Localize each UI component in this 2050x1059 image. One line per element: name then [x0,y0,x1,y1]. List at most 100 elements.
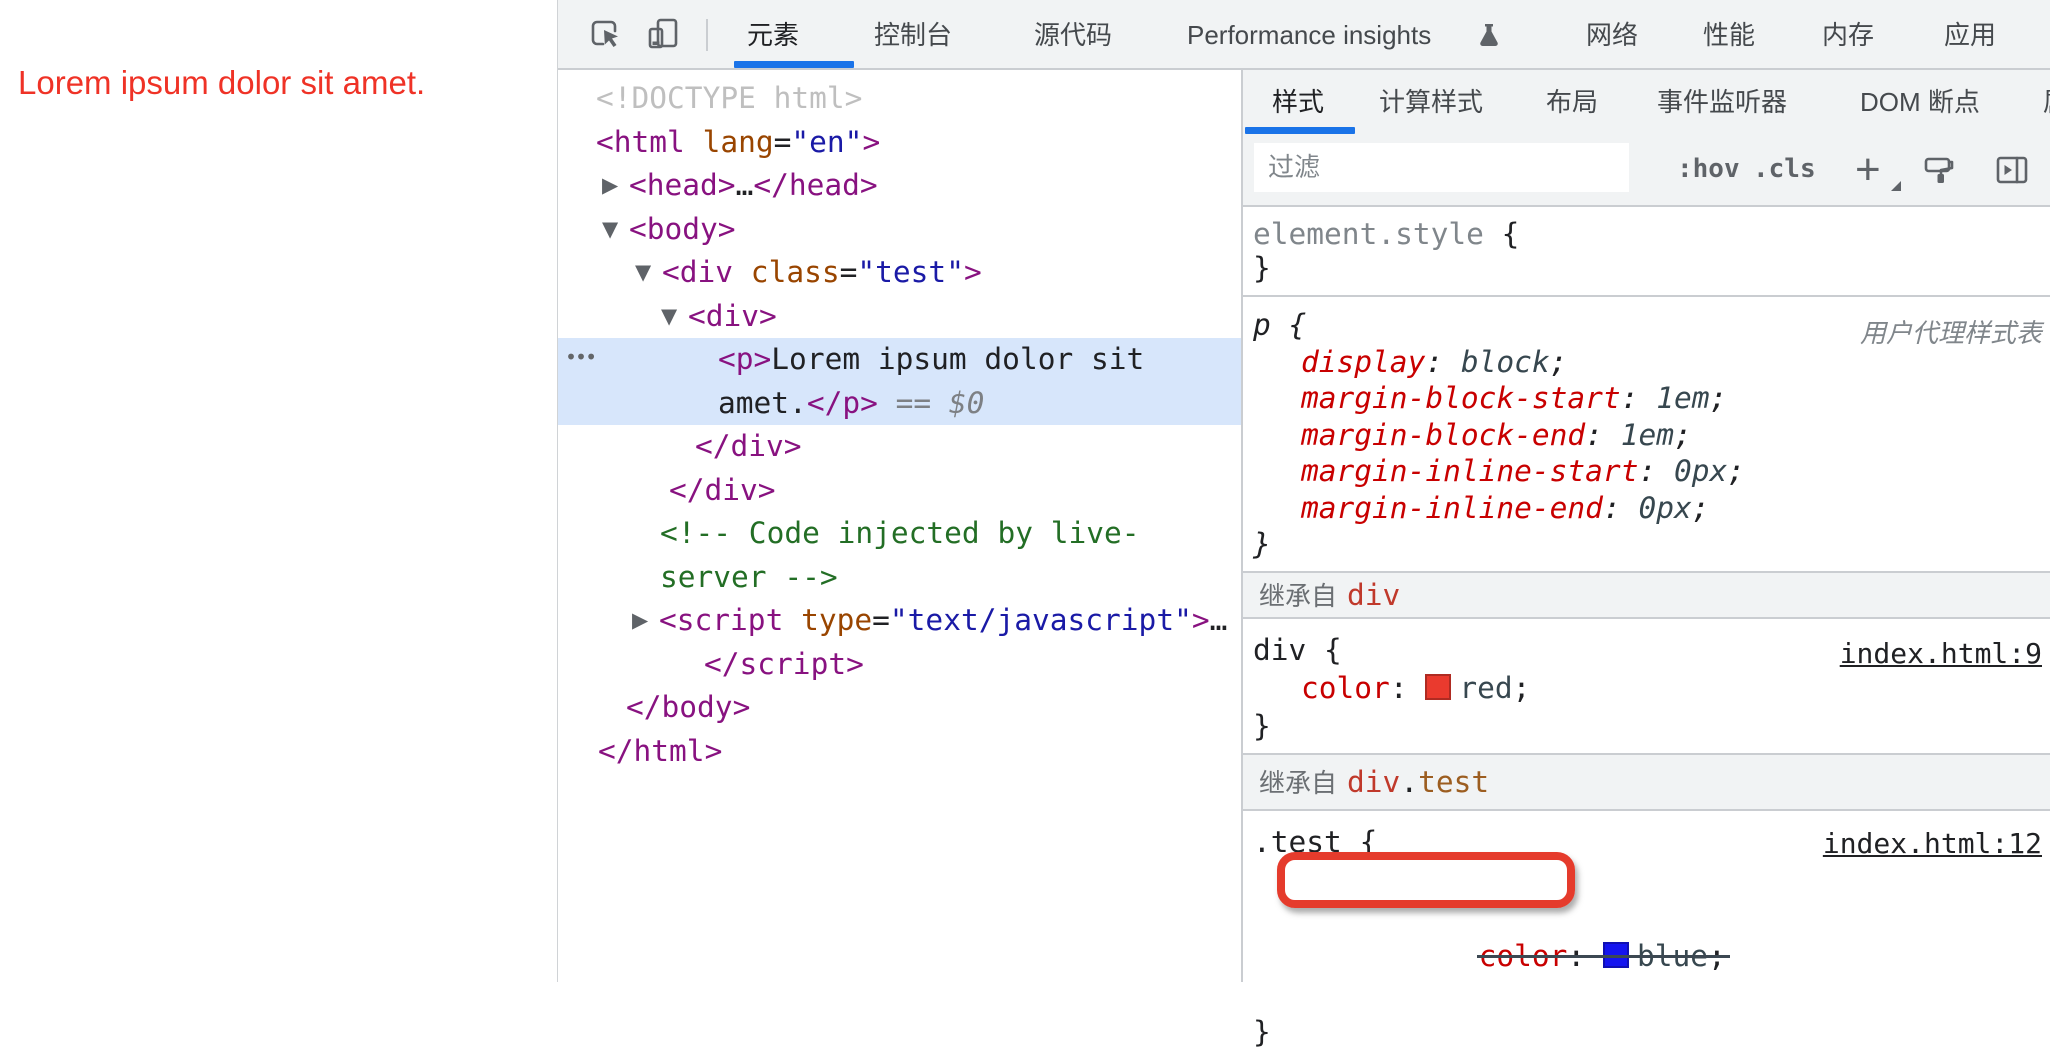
code-token: <div> [688,299,777,333]
main-tab-6[interactable]: 性能 [1703,0,1755,68]
node-link-class[interactable]: test [1418,765,1489,799]
expand-arrow-icon[interactable]: ▶ [632,599,648,643]
dom-tree-line[interactable]: server --> [558,556,1241,600]
devtools-main-toolbar: 元素 控制台 源代码 Performance insights 网络性能内存 应用 [558,0,2050,70]
code-token: </p> [807,386,878,420]
styles-tab-1[interactable]: 样式 [1272,70,1324,134]
styles-tab-2[interactable]: 计算样式 [1379,70,1483,134]
toggle-device-toolbar-icon[interactable] [645,16,681,52]
dom-tree-line[interactable]: </div> [558,469,1241,513]
color-swatch-blue[interactable] [1603,942,1629,968]
styles-tab-4[interactable]: 事件监听器 [1657,70,1787,134]
main-tab-1[interactable]: 元素 [747,0,799,68]
property-name: margin-inline-end [1301,491,1603,525]
paint-roller-icon[interactable] [1921,152,1957,188]
style-filter-input[interactable] [1254,143,1629,192]
node-link-dot: . [1400,765,1418,799]
rule-element-style[interactable]: element.style { } [1243,207,2050,297]
expand-sidebar-icon[interactable] [1994,152,2030,188]
styles-tab-5[interactable]: DOM 断点 [1860,70,1980,134]
inspect-element-icon[interactable] [587,16,623,52]
toolbar-separator [706,19,708,51]
dom-tree-line[interactable]: </div> [558,425,1241,469]
code-token: > [1192,603,1210,637]
declaration-color-blue-overridden[interactable]: color: blue; [1243,861,2050,1013]
dom-tree-line[interactable]: <!DOCTYPE html> [558,77,1241,121]
property-name: margin-block-start [1301,381,1621,415]
dom-tree-line[interactable]: ▼<div class="test"> [558,251,1241,295]
styles-filter-bar: :hov .cls + [1243,134,2050,207]
dom-tree-line[interactable]: ▼ <body> [558,208,1241,252]
expand-arrow-icon[interactable]: ▶ [602,164,618,208]
dom-tree-line[interactable]: </script> [558,643,1241,687]
main-tab-2[interactable]: 控制台 [874,0,952,68]
collapse-arrow-icon[interactable]: ▼ [602,208,618,252]
dom-tree-line[interactable]: <html lang="en"> [558,121,1241,165]
dom-tree-line[interactable]: <!-- Code injected by live- [558,512,1241,556]
colon: : [1567,939,1603,973]
code-token: <body> [629,212,736,246]
property-value: blue [1637,939,1708,973]
rule-div[interactable]: index.html:9 div { color: red; } [1243,619,2050,755]
declaration-margin-block-start[interactable]: margin-block-start: 1em; [1243,380,2050,417]
collapse-arrow-icon[interactable]: ▼ [635,251,651,295]
rule-selector: p { [1253,308,1306,342]
color-swatch-red[interactable] [1425,674,1451,700]
code-token: </body> [626,690,750,724]
rendered-page: Lorem ipsum dolor sit amet. [0,0,557,982]
dom-tree-line[interactable]: amet.</p> == $0 [558,382,1241,426]
semicolon: ; [1674,418,1692,452]
collapse-arrow-icon[interactable]: ▼ [661,295,677,339]
experiment-flask-icon [1475,21,1503,49]
element-style-selector: element.style [1253,217,1484,251]
code-token: <div [662,255,733,289]
dom-tree-line[interactable]: ▶<script type="text/javascript">… [558,599,1241,643]
source-link[interactable]: index.html:9 [1840,637,2042,670]
source-link[interactable]: index.html:12 [1823,827,2042,860]
dom-tree-line[interactable]: </html> [558,730,1241,774]
rule-p-user-agent[interactable]: 用户代理样式表 p { display: block;margin-block-… [1243,297,2050,573]
code-token: type [783,603,872,637]
dom-tree-line[interactable]: </body> [558,686,1241,730]
node-link-div[interactable]: div [1347,765,1400,799]
colon: : [1621,381,1657,415]
declaration-margin-inline-end[interactable]: margin-inline-end: 0px; [1243,490,2050,527]
colon: : [1585,418,1621,452]
main-tab-3[interactable]: 源代码 [1034,0,1112,68]
code-token: = [774,125,792,159]
main-tab-4[interactable]: Performance insights [1187,0,1431,68]
more-actions-icon[interactable]: ••• [565,336,595,380]
semicolon: ; [1708,939,1726,973]
dom-tree-line[interactable]: ▶<head>…</head> [558,164,1241,208]
new-style-rule-button[interactable]: + [1855,134,1881,205]
property-name: display [1301,345,1425,379]
styles-tab-6[interactable]: 属 [2043,70,2050,134]
code-token: <!DOCTYPE html> [596,81,862,115]
semicolon: ; [1550,345,1568,379]
inherited-from-divtest-header: 继承自 div.test [1243,755,2050,811]
close-brace: } [1253,1015,1271,1049]
styles-tab-3[interactable]: 布局 [1546,70,1598,134]
toggle-hover-state[interactable]: :hov [1677,134,1740,205]
main-tab-7[interactable]: 内存 [1822,0,1874,68]
main-tab-5[interactable]: 网络 [1586,0,1638,68]
declaration-color-red[interactable]: color: red; [1243,669,2050,707]
code-token: </div> [669,473,776,507]
inherited-label: 继承自 [1259,763,1337,800]
red-circle-annotation [1277,852,1575,908]
styles-rule-list: element.style { } 用户代理样式表 p { display: b… [1243,207,2050,982]
declaration-margin-inline-start[interactable]: margin-inline-start: 0px; [1243,453,2050,490]
node-link-div[interactable]: div [1347,578,1400,612]
dom-tree-line[interactable]: ▼ <div> [558,295,1241,339]
property-name: color [1479,939,1568,973]
code-token: <p> [718,342,771,376]
code-token: <head> [629,168,736,202]
declaration-margin-block-end[interactable]: margin-block-end: 1em; [1243,417,2050,454]
rule-selector: div { [1253,633,1342,667]
code-token: … [1210,603,1228,637]
main-tab-8[interactable]: 应用 [1944,0,1996,68]
property-value: block [1461,345,1550,379]
toggle-classes[interactable]: .cls [1753,134,1816,205]
rule-test[interactable]: index.html:12 .test { color: blue; } [1243,811,2050,1059]
dom-tree-line[interactable]: •••<p>Lorem ipsum dolor sit [558,338,1241,382]
